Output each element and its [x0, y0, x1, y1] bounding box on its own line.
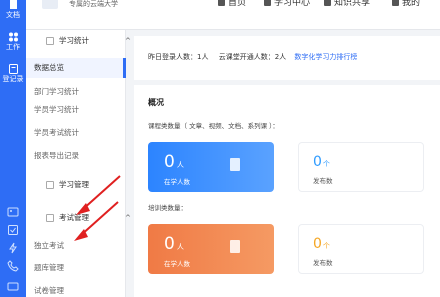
group-label: 学习管理 [59, 180, 89, 189]
ranking-link[interactable]: 数字化学习力排行榜 [294, 53, 357, 61]
image-icon[interactable] [7, 206, 19, 218]
training-learners-card[interactable]: 0人 在学人数 [148, 224, 274, 274]
stats-icon [46, 37, 54, 45]
card-label: 在学人数 [164, 260, 190, 268]
checklist-icon[interactable] [7, 224, 19, 236]
mail-icon[interactable] [7, 280, 19, 292]
card-label: 在学人数 [164, 178, 190, 186]
card-label: 发布数 [313, 177, 333, 185]
card-value: 0人 [164, 152, 184, 172]
document-icon [230, 158, 240, 171]
card-value: 0人 [164, 234, 184, 254]
rail-item-label: 文档 [6, 11, 20, 19]
knowledge-icon [324, 0, 331, 6]
overview-title: 概况 [148, 98, 164, 107]
top-bar: 专属的云端大学 首页 学习中心 知识共享 我的 [26, 0, 440, 30]
chevron-up-icon: ^ [125, 214, 131, 222]
school-logo [42, 0, 58, 9]
main-panel: 昨日登录人数：1人 云课堂开通人数：2人 数字化学习力排行榜 概况 课程类数量（… [134, 36, 440, 297]
study-icon [264, 0, 271, 6]
card-label: 发布数 [313, 259, 333, 267]
chevron-up-icon: ^ [125, 37, 131, 45]
nav-label: 知识共享 [334, 0, 371, 8]
card-unit: 人 [176, 161, 184, 169]
card-unit: 个 [322, 160, 330, 168]
group-label: 学习统计 [59, 36, 89, 45]
rail-item-label: 工作 [6, 43, 20, 51]
nav-label: 学习中心 [274, 0, 311, 8]
sidebar-group-learning-stats[interactable]: 学习统计 ^ [46, 36, 131, 46]
rail-item-docs[interactable]: 文档 [0, 0, 26, 19]
course-published-card[interactable]: 0个 发布数 [298, 142, 424, 192]
rail-item-label: 登记录 [2, 75, 24, 83]
card-unit: 个 [322, 242, 330, 250]
card-unit: 人 [176, 243, 184, 251]
yesterday-login-count: 昨日登录人数：1人 [148, 53, 209, 61]
document-icon [230, 240, 240, 253]
phone-icon[interactable] [7, 260, 19, 272]
card-value: 0个 [313, 154, 330, 170]
rail-item-record[interactable]: 登记录 [0, 64, 26, 83]
sidebar-group-learning-mgmt[interactable]: 学习管理 [46, 180, 89, 190]
cloud-open-count: 云课堂开通人数：2人 [218, 53, 287, 61]
user-icon [392, 0, 399, 6]
nav-mine[interactable]: 我的 [392, 0, 420, 9]
sidebar-item-paper-mgmt[interactable]: 试卷管理 [34, 286, 64, 296]
training-published-card[interactable]: 0个 发布数 [298, 224, 424, 274]
sidebar-item-independent-exam[interactable]: 独立考试 [34, 241, 64, 251]
lightning-icon[interactable] [7, 242, 19, 254]
record-icon [8, 64, 18, 74]
nav-knowledge[interactable]: 知识共享 [324, 0, 370, 9]
card-value: 0个 [313, 236, 330, 252]
sidebar-active-indicator [123, 58, 126, 78]
nav-study-center[interactable]: 学习中心 [264, 0, 310, 9]
book-icon [46, 181, 54, 189]
sidebar-item-learner-stats[interactable]: 学员学习统计 [34, 105, 79, 115]
grid-icon [8, 32, 18, 42]
course-learners-card[interactable]: 0人 在学人数 [148, 142, 274, 192]
sidebar-item-exam-stats[interactable]: 学员考试统计 [34, 128, 79, 138]
home-icon [218, 0, 225, 6]
group-label: 考试管理 [59, 213, 89, 222]
document-icon [9, 0, 17, 9]
rail-item-work[interactable]: 工作 [0, 32, 26, 51]
sidebar-item-export-records[interactable]: 报表导出记录 [34, 151, 79, 161]
section-divider [134, 80, 440, 85]
training-caption: 培训类数量： [148, 204, 187, 212]
login-stats: 昨日登录人数：1人 云课堂开通人数：2人 数字化学习力排行榜 [148, 52, 357, 62]
app-rail: 文档 工作 登记录 [0, 0, 26, 297]
exam-icon [46, 214, 54, 222]
sidebar-item-question-bank[interactable]: 题库管理 [34, 263, 64, 273]
sidebar-item-dept-stats[interactable]: 部门学习统计 [34, 87, 79, 97]
nav-label: 我的 [402, 0, 421, 8]
sidebar-group-exam-mgmt[interactable]: 考试管理 ^ [46, 213, 131, 223]
sidebar-item-data-overview[interactable]: 数据总览 [34, 63, 64, 73]
nav-label: 首页 [228, 0, 247, 8]
nav-home[interactable]: 首页 [218, 0, 246, 9]
course-caption: 课程类数量（ 文章、视频、文档、系列课 ）： [148, 122, 279, 130]
school-slogan: 专属的云端大学 [69, 0, 118, 8]
